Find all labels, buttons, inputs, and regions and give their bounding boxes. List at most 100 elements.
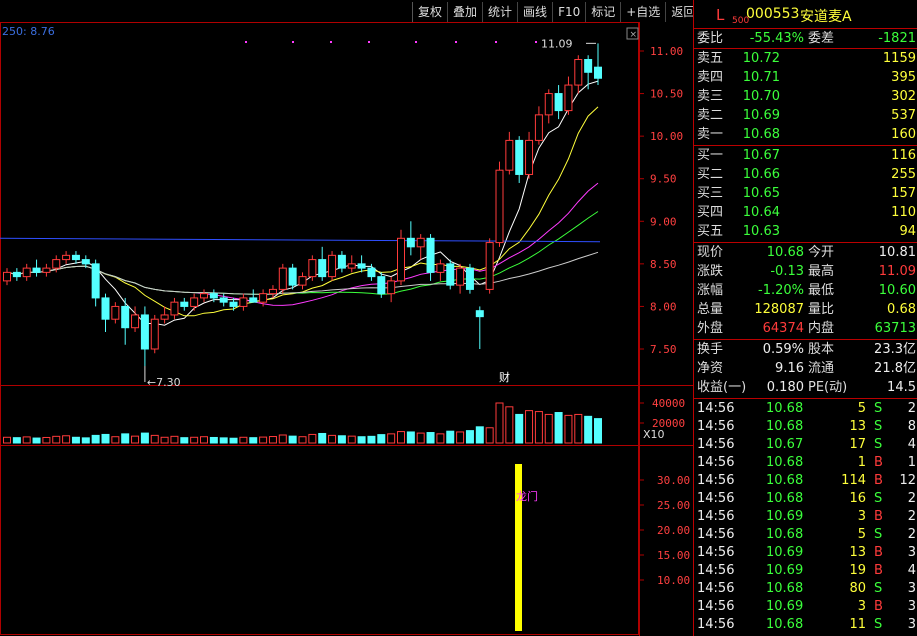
trade-time: 14:56 xyxy=(697,527,735,542)
quote-panel: L 500 000553 安道麦A 委比 -55.43% 委差 -1821 卖五… xyxy=(693,0,917,636)
quote-prefix: L xyxy=(716,6,725,24)
divider xyxy=(694,242,917,243)
trade-time: 14:56 xyxy=(697,581,735,596)
trade-count: 3 xyxy=(907,545,916,560)
trade-time: 14:56 xyxy=(697,437,735,452)
volume-bar xyxy=(190,436,199,444)
volume-bar xyxy=(81,437,90,444)
volume-bar xyxy=(219,437,228,444)
stat-value: 11.09 xyxy=(878,264,916,279)
stat-value: 10.60 xyxy=(878,283,916,298)
event-dot xyxy=(455,41,457,43)
volume-bar xyxy=(131,435,140,444)
volume-bar xyxy=(377,434,386,444)
f10-button[interactable]: F10 xyxy=(552,2,586,22)
ma250-label: 250: 8.76 xyxy=(2,25,55,38)
volume-bar xyxy=(160,436,169,444)
trade-row: 14:56 10.68 13 S 8 xyxy=(694,418,917,436)
indicator-tick-label: 30.00 xyxy=(657,474,690,487)
trade-volume: 3 xyxy=(857,509,866,524)
trade-volume: 114 xyxy=(841,473,866,488)
volume-bar xyxy=(180,437,189,444)
high-price-marker: 11.09 xyxy=(541,37,573,50)
trade-time: 14:56 xyxy=(697,401,735,416)
stat-label: 总量 xyxy=(697,302,724,317)
price-tick-label: 7.50 xyxy=(650,343,677,356)
trade-time: 14:56 xyxy=(697,617,735,632)
trade-count: 2 xyxy=(907,491,916,506)
candle-body xyxy=(397,237,405,282)
volume-bar xyxy=(446,430,455,444)
restore-rights-button[interactable]: 复权 xyxy=(412,2,448,22)
stat-label: 今开 xyxy=(808,245,835,260)
trade-row: 14:56 10.68 11 S 3 xyxy=(694,616,917,634)
volume-axis-ticks: 4000020000 xyxy=(639,397,685,430)
volume-bar xyxy=(200,436,208,444)
bid-volume: 110 xyxy=(891,205,916,220)
mark-button[interactable]: 标记 xyxy=(585,2,621,22)
stat-label: 外盘 xyxy=(697,321,724,336)
candle-body xyxy=(12,271,21,278)
candle-body xyxy=(387,280,396,295)
trade-count: 2 xyxy=(907,401,916,416)
candle-body xyxy=(52,259,61,269)
ask-label: 卖一 xyxy=(697,127,724,142)
candle-body xyxy=(406,237,415,248)
candle-body xyxy=(436,263,445,273)
candle-body xyxy=(416,237,425,248)
trade-side: B xyxy=(874,509,883,524)
volume-bar xyxy=(150,434,159,444)
draw-line-button[interactable]: 画线 xyxy=(517,2,553,22)
candle-body xyxy=(91,263,100,299)
fundamental-label: PE(动) xyxy=(808,380,848,395)
trade-row: 14:56 10.68 114 B 12 xyxy=(694,472,917,490)
volume-bar xyxy=(259,436,268,444)
trade-time: 14:56 xyxy=(697,455,735,470)
bid-row: 买三 10.65 157 xyxy=(694,185,917,203)
add-favorite-button[interactable]: +自选 xyxy=(620,2,666,22)
candle-body xyxy=(328,254,337,278)
kline-chart-area[interactable]: 11.00 10.50 10.00 9.50 9.00 8.50 8.00 7.50 4000… xyxy=(0,0,693,636)
ask-price: 10.72 xyxy=(742,51,780,66)
statistics-button[interactable]: 统计 xyxy=(482,2,518,22)
volume-bar xyxy=(534,411,543,444)
trade-price: 10.68 xyxy=(766,401,804,416)
weibi-row: 委比 -55.43% 委差 -1821 xyxy=(694,30,917,48)
candle-body xyxy=(456,267,465,286)
candle-body xyxy=(298,276,307,286)
price-tick-label: 10.50 xyxy=(650,88,683,101)
bid-row: 买一 10.67 116 xyxy=(694,147,917,165)
volume-bar xyxy=(564,414,573,444)
volume-bar xyxy=(397,431,405,444)
trade-count: 4 xyxy=(907,563,916,578)
ask-label: 卖三 xyxy=(697,89,724,104)
indicator-tick-label: 10.00 xyxy=(657,574,690,587)
indicator-tick-label: 15.00 xyxy=(657,549,690,562)
candle-body xyxy=(446,263,455,286)
trade-side: S xyxy=(874,527,883,542)
bid-label: 买四 xyxy=(697,205,724,220)
candle-body xyxy=(318,259,327,278)
candle-body xyxy=(377,276,386,295)
candle-body xyxy=(42,267,51,273)
candle-body xyxy=(505,139,514,171)
volume-bar xyxy=(426,432,435,444)
trade-time: 14:56 xyxy=(697,473,735,488)
trade-time: 14:56 xyxy=(697,599,735,614)
trade-volume: 1 xyxy=(857,455,866,470)
candle-body xyxy=(544,93,553,116)
candle-body xyxy=(357,263,366,269)
fundamental-label: 股本 xyxy=(808,342,835,357)
bid-label: 买五 xyxy=(697,224,724,239)
ask-label: 卖二 xyxy=(697,108,724,123)
candle-body xyxy=(259,293,268,303)
stat-value: 63713 xyxy=(874,321,916,336)
overlay-button[interactable]: 叠加 xyxy=(447,2,483,22)
candle-body xyxy=(239,297,248,307)
fundamental-row: 净资 9.16 流通 21.8亿 xyxy=(694,360,917,378)
stat-label: 最低 xyxy=(808,283,835,298)
trade-row: 14:56 10.67 17 S 4 xyxy=(694,436,917,454)
bid-volume: 116 xyxy=(891,148,916,163)
finance-marker[interactable]: 财 xyxy=(499,370,510,384)
fundamental-value: 0.180 xyxy=(766,380,804,395)
